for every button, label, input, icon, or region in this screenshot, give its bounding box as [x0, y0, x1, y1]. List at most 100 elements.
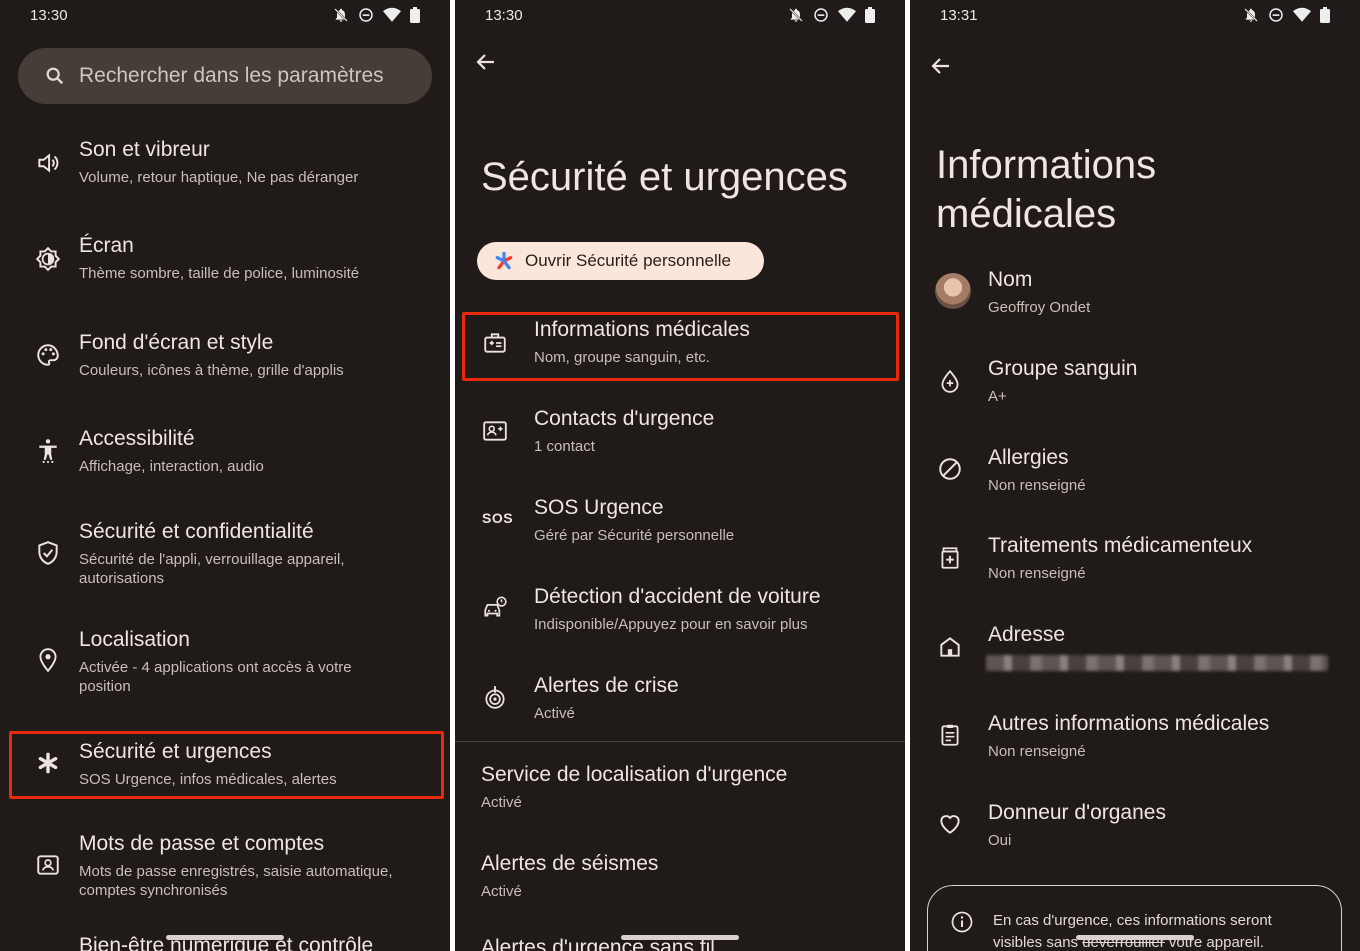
wifi-icon — [383, 7, 401, 23]
search-icon — [44, 65, 66, 92]
item-title: Alertes de crise — [534, 674, 679, 697]
item-title: Informations médicales — [534, 318, 750, 341]
item-subtitle: Non renseigné — [988, 477, 1086, 494]
item-subtitle: Activé — [534, 705, 575, 722]
personal-safety-star-icon — [494, 251, 514, 271]
open-personal-safety-button[interactable]: Ouvrir Sécurité personnelle — [477, 242, 764, 280]
blood-drop-icon — [937, 368, 963, 394]
page-title: Sécurité et urgences — [481, 155, 848, 199]
item-title: Autres informations médicales — [988, 712, 1270, 735]
item-title: Allergies — [988, 446, 1069, 469]
item-title: Son et vibreur — [79, 138, 210, 161]
wifi-icon — [1293, 7, 1311, 23]
bell-off-icon — [1243, 7, 1259, 23]
item-subtitle: 1 contact — [534, 438, 595, 455]
item-subtitle: Activé — [481, 883, 522, 900]
battery-icon — [865, 7, 875, 23]
medical-id-icon — [482, 330, 508, 356]
item-title: Donneur d'organes — [988, 801, 1166, 824]
section-divider — [455, 741, 905, 742]
status-time: 13:30 — [485, 7, 523, 24]
page-title-line2: médicales — [936, 192, 1117, 236]
item-title: Localisation — [79, 628, 190, 651]
item-title: Service de localisation d'urgence — [481, 763, 788, 786]
redacted-address — [986, 655, 1328, 671]
medication-icon — [937, 545, 963, 571]
nav-handle[interactable] — [1076, 935, 1194, 940]
dnd-icon — [813, 7, 829, 23]
pill-label: Ouvrir Sécurité personnelle — [525, 251, 731, 270]
bell-off-icon — [333, 7, 349, 23]
page-title-line1: Informations — [936, 143, 1157, 187]
shield-icon — [35, 540, 61, 566]
battery-icon — [1320, 7, 1330, 23]
home-icon — [937, 634, 963, 660]
item-title: Accessibilité — [79, 427, 195, 450]
status-time: 13:31 — [940, 7, 978, 24]
item-subtitle: Géré par Sécurité personnelle — [534, 527, 735, 544]
item-title: Mots de passe et comptes — [79, 832, 325, 855]
account-box-icon — [35, 852, 61, 878]
item-subtitle-line2: autorisations — [79, 570, 165, 587]
search-placeholder: Rechercher dans les paramètres — [79, 64, 384, 87]
item-subtitle: Oui — [988, 832, 1012, 849]
location-icon — [35, 647, 61, 673]
item-title: Adresse — [988, 623, 1066, 646]
item-subtitle: Nom, groupe sanguin, etc. — [534, 349, 710, 366]
heart-icon — [937, 811, 963, 837]
nav-handle[interactable] — [166, 935, 284, 940]
item-title: Groupe sanguin — [988, 357, 1138, 380]
safety-panel: 13:30 Sécurité et urgences Ouvrir Sécuri… — [455, 0, 905, 951]
battery-icon — [410, 7, 420, 23]
item-subtitle: Thème sombre, taille de police, luminosi… — [79, 265, 360, 282]
dnd-icon — [358, 7, 374, 23]
palette-icon — [35, 342, 61, 368]
back-arrow-icon[interactable] — [474, 50, 498, 74]
medical-info-panel: 13:31 Informations médicales Nom Geoffro… — [910, 0, 1360, 951]
item-title: Traitements médicamenteux — [988, 534, 1253, 557]
search-bar[interactable]: Rechercher dans les paramètres — [18, 48, 432, 104]
block-icon — [937, 456, 963, 482]
avatar — [935, 273, 971, 309]
item-subtitle: Non renseigné — [988, 743, 1086, 760]
volume-icon — [35, 150, 61, 176]
item-subtitle: Activée - 4 applications ont accès à vot… — [79, 659, 352, 676]
item-title: Fond d'écran et style — [79, 331, 274, 354]
wifi-icon — [838, 7, 856, 23]
back-arrow-icon[interactable] — [929, 54, 953, 78]
item-subtitle: Volume, retour haptique, Ne pas déranger — [79, 169, 359, 186]
item-subtitle: SOS Urgence, infos médicales, alertes — [79, 771, 337, 788]
settings-panel: 13:30 Rechercher dans les paramètres Son… — [0, 0, 450, 951]
item-subtitle-line2: comptes synchronisés — [79, 882, 228, 899]
status-bar: 13:30 — [0, 0, 450, 32]
item-subtitle: Couleurs, icônes à thème, grille d'appli… — [79, 362, 344, 379]
item-subtitle: Mots de passe enregistrés, saisie automa… — [79, 863, 393, 880]
item-subtitle: Affichage, interaction, audio — [79, 458, 264, 475]
crisis-alert-icon — [482, 684, 508, 710]
nav-handle[interactable] — [621, 935, 739, 940]
item-title: Sécurité et confidentialité — [79, 520, 314, 543]
status-bar: 13:31 — [910, 0, 1360, 32]
car-crash-icon — [482, 594, 508, 620]
item-title: Écran — [79, 234, 134, 257]
item-subtitle: Indisponible/Appuyez pour en savoir plus — [534, 616, 808, 633]
item-subtitle: Activé — [481, 794, 522, 811]
clipboard-icon — [937, 722, 963, 748]
contact-card-icon — [482, 418, 508, 444]
notice-line1: En cas d'urgence, ces informations seron… — [993, 912, 1272, 929]
item-subtitle-line2: position — [79, 678, 131, 695]
sos-icon: SOS — [482, 510, 514, 526]
status-bar: 13:30 — [455, 0, 905, 32]
item-subtitle: Sécurité de l'appli, verrouillage appare… — [79, 551, 345, 568]
item-subtitle: A+ — [988, 388, 1007, 405]
item-subtitle: Non renseigné — [988, 565, 1086, 582]
item-title: Nom — [988, 268, 1033, 291]
status-time: 13:30 — [30, 7, 68, 24]
accessibility-icon — [35, 437, 61, 463]
item-title: Contacts d'urgence — [534, 407, 715, 430]
bell-off-icon — [788, 7, 804, 23]
asterisk-icon — [35, 750, 61, 776]
info-icon — [950, 910, 974, 939]
dnd-icon — [1268, 7, 1284, 23]
item-title: Sécurité et urgences — [79, 740, 272, 763]
